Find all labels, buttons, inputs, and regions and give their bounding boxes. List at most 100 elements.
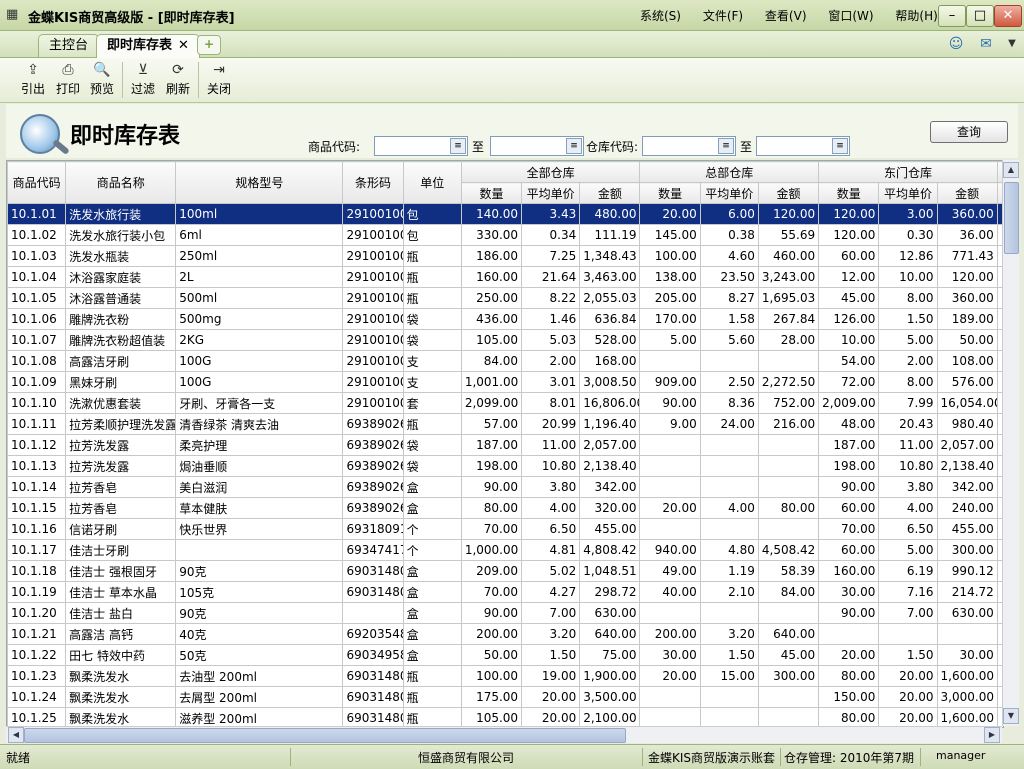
- warehouse-code-to-input[interactable]: ≡: [756, 136, 850, 156]
- table-cell: 45.00: [757, 644, 820, 666]
- preview-button[interactable]: 🔍 预览: [85, 60, 119, 100]
- header-qty[interactable]: 数量: [460, 182, 523, 204]
- table-cell: 10.1.06: [7, 308, 67, 330]
- export-button[interactable]: ⇪ 引出: [16, 60, 50, 100]
- lookup-icon[interactable]: ≡: [832, 138, 848, 154]
- filter-button[interactable]: ⊻ 过滤: [126, 60, 160, 100]
- header-amount[interactable]: 金额: [579, 182, 641, 204]
- table-cell: 342.00: [579, 476, 641, 498]
- table-row[interactable]: 10.1.16信诺牙刷快乐世界693180910个70.006.50455.00…: [7, 518, 1003, 540]
- tab-main-console[interactable]: 主控台: [38, 34, 100, 57]
- minimize-button[interactable]: –: [938, 5, 966, 27]
- header-barcode[interactable]: 条形码: [342, 161, 404, 204]
- table-row[interactable]: 10.1.15拉芳香皂草本健肤693890261盒80.004.00320.00…: [7, 497, 1003, 519]
- maximize-button[interactable]: □: [966, 5, 994, 27]
- menu-view[interactable]: 查看(V): [765, 9, 807, 23]
- horizontal-scroll-thumb[interactable]: [24, 728, 626, 743]
- table-row[interactable]: 10.1.21高露洁 高钙40克692035480盒200.003.20640.…: [7, 623, 1003, 645]
- menu-system[interactable]: 系统(S): [640, 9, 681, 23]
- menu-help[interactable]: 帮助(H): [895, 9, 937, 23]
- table-row[interactable]: 10.1.23飘柔洗发水去油型 200ml690314803瓶100.0019.…: [7, 665, 1003, 687]
- table-row[interactable]: 10.1.20 佳洁士 盐白 90克盒 90.00 7.00 630.00 90.00 7.0…: [7, 602, 1003, 624]
- product-code-label: 商品代码:: [308, 140, 361, 154]
- tab-label: 即时库存表: [107, 38, 173, 53]
- table-row[interactable]: 10.1.03洗发水瓶装250ml291001000瓶186.007.251,3…: [7, 245, 1003, 267]
- table-row[interactable]: 10.1.17佳洁士牙刷 693474170个1,000.004.814,808.…: [7, 539, 1003, 561]
- table-cell: [639, 476, 701, 498]
- lookup-icon[interactable]: ≡: [450, 138, 466, 154]
- toolbar-label: 过滤: [130, 82, 155, 96]
- table-cell: 198.00: [818, 455, 880, 477]
- header-unit[interactable]: 单位: [402, 161, 462, 204]
- table-row[interactable]: 10.1.19佳洁士 草本水晶105克690314809盒70.004.2729…: [7, 581, 1003, 603]
- table-row[interactable]: 10.1.07雕牌洗衣粉超值装2KG291001000袋105.005.0352…: [7, 329, 1003, 351]
- tab-bar: 主控台 即时库存表 ✕: [0, 31, 1024, 58]
- refresh-button[interactable]: ⟳ 刷新: [161, 60, 195, 100]
- table-row[interactable]: 10.1.18佳洁士 强根固牙90克690314803盒209.005.021,…: [7, 560, 1003, 582]
- table-row[interactable]: 10.1.02洗发水旅行装小包6ml291001000包330.000.3411…: [7, 224, 1003, 246]
- table-cell: 90.00: [818, 476, 880, 498]
- header-amount[interactable]: 金额: [936, 182, 998, 204]
- table-cell: 2.10: [699, 581, 759, 603]
- table-row[interactable]: 10.1.14拉芳香皂美白滋润693890261盒90.003.80342.00…: [7, 476, 1003, 498]
- table-cell: 瓶: [402, 686, 462, 708]
- table-cell: 10.1.23: [7, 665, 67, 687]
- vertical-scrollbar[interactable]: ▲ ▼: [1002, 160, 1019, 726]
- scroll-up-icon[interactable]: ▲: [1003, 162, 1019, 178]
- table-row[interactable]: 10.1.01洗发水旅行装100ml291001000包140.003.4348…: [7, 203, 1003, 225]
- table-row[interactable]: 10.1.24飘柔洗发水去屑型 200ml690314804瓶175.0020.…: [7, 686, 1003, 708]
- table-row[interactable]: 10.1.08高露洁牙刷100G291001000支84.002.00168.0…: [7, 350, 1003, 372]
- table-row[interactable]: 10.1.10洗漱优惠套装牙刷、牙膏各一支291001000套2,099.008…: [7, 392, 1003, 414]
- add-tab-button[interactable]: +: [197, 35, 221, 55]
- header-avg-price[interactable]: 平均单价: [699, 182, 759, 204]
- menu-window[interactable]: 窗口(W): [828, 9, 873, 23]
- header-avg-price[interactable]: 平均单价: [878, 182, 938, 204]
- table-row[interactable]: 10.1.04沐浴露家庭装2L291001000瓶160.0021.643,46…: [7, 266, 1003, 288]
- smiley-icon[interactable]: ☺: [946, 34, 966, 54]
- table-cell: 1,900.00: [579, 665, 641, 687]
- close-page-button[interactable]: ⇥ 关闭: [202, 60, 236, 100]
- table-row[interactable]: 10.1.05沐浴露普通装500ml291001000瓶250.008.222,…: [7, 287, 1003, 309]
- table-cell: [757, 434, 820, 456]
- header-qty[interactable]: 数量: [639, 182, 701, 204]
- scroll-left-icon[interactable]: ◀: [8, 727, 24, 743]
- table-row[interactable]: 10.1.22田七 特效中药50克690349589盒50.001.5075.0…: [7, 644, 1003, 666]
- vertical-scroll-thumb[interactable]: [1004, 182, 1019, 254]
- table-row[interactable]: 10.1.11拉芳柔顺护理洗发露清香绿茶 清爽去油693890261瓶57.00…: [7, 413, 1003, 435]
- chevron-down-icon[interactable]: ▼: [1002, 34, 1022, 54]
- lookup-icon[interactable]: ≡: [718, 138, 734, 154]
- header-amount[interactable]: 金额: [757, 182, 820, 204]
- table-cell: 20.00: [878, 707, 938, 727]
- table-row[interactable]: 10.1.13拉芳洗发露焗油垂顺693890261袋198.0010.802,1…: [7, 455, 1003, 477]
- table-row[interactable]: 10.1.25飘柔洗发水滋养型 200ml690314804瓶105.0020.…: [7, 707, 1003, 727]
- table-row[interactable]: 10.1.06雕牌洗衣粉500mg291001000袋436.001.46636…: [7, 308, 1003, 330]
- print-button[interactable]: ⎙ 打印: [51, 60, 85, 100]
- lookup-icon[interactable]: ≡: [566, 138, 582, 154]
- table-cell: 4,508.42: [757, 539, 820, 561]
- product-code-from-input[interactable]: ≡: [374, 136, 468, 156]
- table-cell: 20.00: [639, 497, 701, 519]
- menu-file[interactable]: 文件(F): [703, 9, 743, 23]
- product-code-to-input[interactable]: ≡: [490, 136, 584, 156]
- close-window-button[interactable]: ✕: [994, 5, 1022, 27]
- header-spec[interactable]: 规格型号: [175, 161, 344, 204]
- header-avg-price[interactable]: 平均单价: [521, 182, 581, 204]
- scroll-right-icon[interactable]: ▶: [984, 727, 1000, 743]
- table-cell: 5.03: [521, 329, 581, 351]
- tab-inventory[interactable]: 即时库存表 ✕: [96, 34, 200, 58]
- table-cell: 111.19: [579, 224, 641, 246]
- header-group-all: 全部仓库: [460, 161, 641, 183]
- table-row[interactable]: 10.1.12拉芳洗发露柔亮护理693890261袋187.0011.002,0…: [7, 434, 1003, 456]
- table-cell: 291001000: [342, 329, 404, 351]
- table-cell: 瓶: [402, 245, 462, 267]
- header-name[interactable]: 商品名称: [65, 161, 177, 204]
- table-row[interactable]: 10.1.09黑妹牙刷100G291001000支1,001.003.013,0…: [7, 371, 1003, 393]
- tab-close-icon[interactable]: ✕: [178, 38, 189, 53]
- message-icon[interactable]: ✉: [976, 34, 996, 54]
- warehouse-code-from-input[interactable]: ≡: [642, 136, 736, 156]
- scroll-down-icon[interactable]: ▼: [1003, 708, 1019, 724]
- query-button[interactable]: 查询: [930, 121, 1008, 143]
- header-code[interactable]: 商品代码: [7, 161, 67, 204]
- horizontal-scrollbar[interactable]: ◀ ▶: [6, 726, 1002, 743]
- header-qty[interactable]: 数量: [818, 182, 880, 204]
